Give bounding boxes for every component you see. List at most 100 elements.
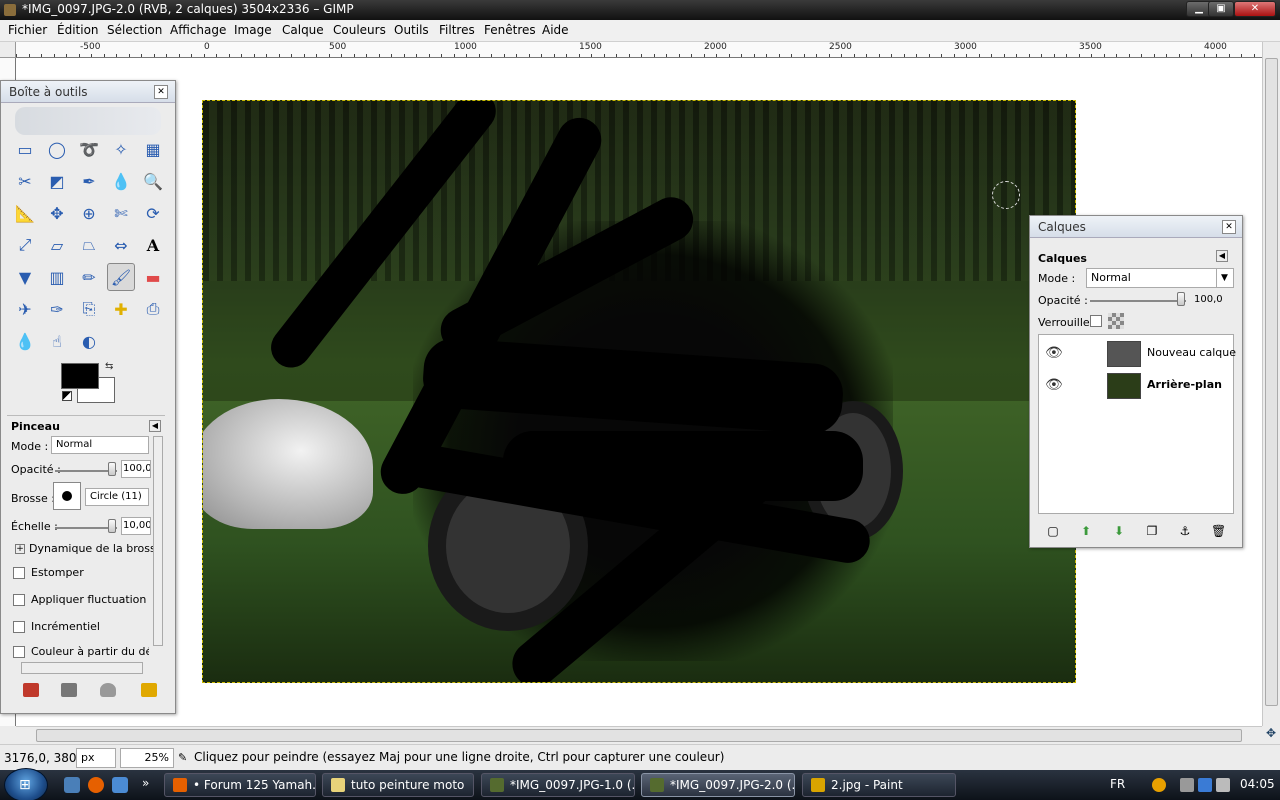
default-colors-icon[interactable] [62,391,72,401]
horizontal-scrollbar[interactable] [16,726,1262,744]
color-picker-tool-icon[interactable]: 💧 [107,167,135,195]
language-indicator[interactable]: FR [1110,777,1125,791]
menu-fenetres[interactable]: Fenêtres [484,23,536,37]
restore-options-icon[interactable] [61,683,77,697]
perspective-clone-tool-icon[interactable]: ⎙ [139,295,167,323]
free-select-tool-icon[interactable]: ➰ [75,135,103,163]
perspective-tool-icon[interactable]: ⏢ [75,231,103,259]
layer-row[interactable]: 👁 Arrière-plan [1039,371,1235,399]
save-options-icon[interactable] [23,683,39,697]
zoom-select[interactable]: 25% [120,748,174,768]
text-tool-icon[interactable]: A [139,231,167,259]
expand-quicklaunch-icon[interactable]: » [142,776,149,790]
clock[interactable]: 04:05 [1240,777,1275,791]
tray-device-icon[interactable] [1180,778,1194,792]
mode-select[interactable]: Normal [51,436,149,454]
volume-icon[interactable] [1216,778,1230,792]
taskbar-button[interactable]: *IMG_0097.JPG-1.0 (... [481,773,635,797]
dynamics-label[interactable]: Dynamique de la brosse [29,542,162,555]
brush-preview-button[interactable] [53,482,81,510]
brush-name-field[interactable]: Circle (11) [85,488,149,506]
image-canvas[interactable] [202,100,1076,683]
layers-menu-icon[interactable]: ◀ [1216,250,1228,262]
toolbox-close-icon[interactable]: ✕ [154,85,168,99]
vertical-scrollbar[interactable] [1262,42,1280,726]
measure-tool-icon[interactable]: 📐 [11,199,39,227]
checkbox-fluctuation[interactable] [13,594,25,606]
clone-tool-icon[interactable]: ⎘ [75,295,103,323]
options-scrollbar[interactable] [153,436,163,646]
menu-filtres[interactable]: Filtres [439,23,475,37]
menu-aide[interactable]: Aide [542,23,569,37]
align-tool-icon[interactable]: ⊕ [75,199,103,227]
zoom-tool-icon[interactable]: 🔍 [139,167,167,195]
lock-pixels-checkbox[interactable] [1090,315,1102,327]
menu-affichage[interactable]: Affichage [170,23,226,37]
network-icon[interactable] [1198,778,1212,792]
eye-icon[interactable]: 👁 [1045,377,1063,393]
checkbox-gradient-color[interactable] [13,646,25,658]
ellipse-select-tool-icon[interactable]: ◯ [43,135,71,163]
layers-mode-select[interactable]: Normal [1086,268,1234,288]
duplicate-layer-icon[interactable]: ❐ [1145,524,1159,538]
flip-tool-icon[interactable]: ⇔ [107,231,135,259]
panel-menu-icon[interactable]: ◀ [149,420,161,432]
delete-options-icon[interactable] [100,683,116,697]
taskbar-button[interactable]: 2.jpg - Paint [802,773,956,797]
bucket-fill-tool-icon[interactable]: ▼ [11,263,39,291]
menu-couleurs[interactable]: Couleurs [333,23,386,37]
delete-layer-icon[interactable]: 🗑 [1211,524,1226,538]
show-desktop-icon[interactable] [64,777,80,793]
move-tool-icon[interactable]: ✥ [43,199,71,227]
crop-tool-icon[interactable]: ✄ [107,199,135,227]
heal-tool-icon[interactable]: ✚ [107,295,135,323]
checkbox-estomper[interactable] [13,567,25,579]
horizontal-scroll-thumb[interactable] [36,729,1242,742]
blend-tool-icon[interactable]: ▥ [43,263,71,291]
menu-fichier[interactable]: Fichier [8,23,47,37]
menu-selection[interactable]: Sélection [107,23,162,37]
menu-calque[interactable]: Calque [282,23,324,37]
opacity-slider[interactable] [108,462,116,476]
chevron-down-icon[interactable]: ▼ [1216,269,1232,287]
layers-close-icon[interactable]: ✕ [1222,220,1236,234]
taskbar-button[interactable]: *IMG_0097.JPG-2.0 (... [641,773,795,797]
explorer-icon[interactable] [112,777,128,793]
expand-dynamics-icon[interactable]: + [15,544,25,554]
paths-tool-icon[interactable]: ✒ [75,167,103,195]
tray-app-icon[interactable] [1152,778,1166,792]
new-layer-icon[interactable]: ▢ [1046,524,1060,538]
lock-alpha-icon[interactable] [1108,313,1124,329]
options-hscrollbar[interactable] [21,662,143,674]
reset-options-icon[interactable] [141,683,157,697]
opacity-input[interactable]: 100,0 [121,460,151,478]
layers-opacity-slider[interactable] [1177,292,1185,306]
eye-icon[interactable]: 👁 [1045,345,1063,361]
maximize-button[interactable]: ▣ [1208,1,1234,17]
airbrush-tool-icon[interactable]: ✈ [11,295,39,323]
fuzzy-select-tool-icon[interactable]: ✧ [107,135,135,163]
foreground-color-swatch[interactable] [61,363,99,389]
lower-layer-icon[interactable]: ⬇ [1112,524,1126,538]
foreground-select-tool-icon[interactable]: ◩ [43,167,71,195]
rect-select-tool-icon[interactable]: ▭ [11,135,39,163]
blur-sharpen-tool-icon[interactable]: 💧 [11,327,39,355]
menu-outils[interactable]: Outils [394,23,429,37]
select-by-color-tool-icon[interactable]: ▦ [139,135,167,163]
layer-row[interactable]: 👁 Nouveau calque [1039,339,1236,367]
vertical-scroll-thumb[interactable] [1265,58,1278,706]
navigate-icon[interactable]: ✥ [1262,726,1280,744]
paintbrush-tool-icon[interactable]: 🖌 [107,263,135,291]
layers-opacity-value[interactable]: 100,0 [1194,294,1223,305]
unit-select[interactable]: px [76,748,116,768]
anchor-layer-icon[interactable]: ⚓ [1178,524,1192,538]
ruler-corner-button[interactable] [0,42,16,58]
scale-input[interactable]: 10,00 [121,517,151,535]
firefox-icon[interactable] [88,777,104,793]
start-button[interactable]: ⊞ [4,768,48,800]
menu-image[interactable]: Image [234,23,272,37]
ink-tool-icon[interactable]: ✑ [43,295,71,323]
raise-layer-icon[interactable]: ⬆ [1079,524,1093,538]
quick-mask-button[interactable] [0,726,16,744]
close-button[interactable]: ✕ [1234,1,1276,17]
